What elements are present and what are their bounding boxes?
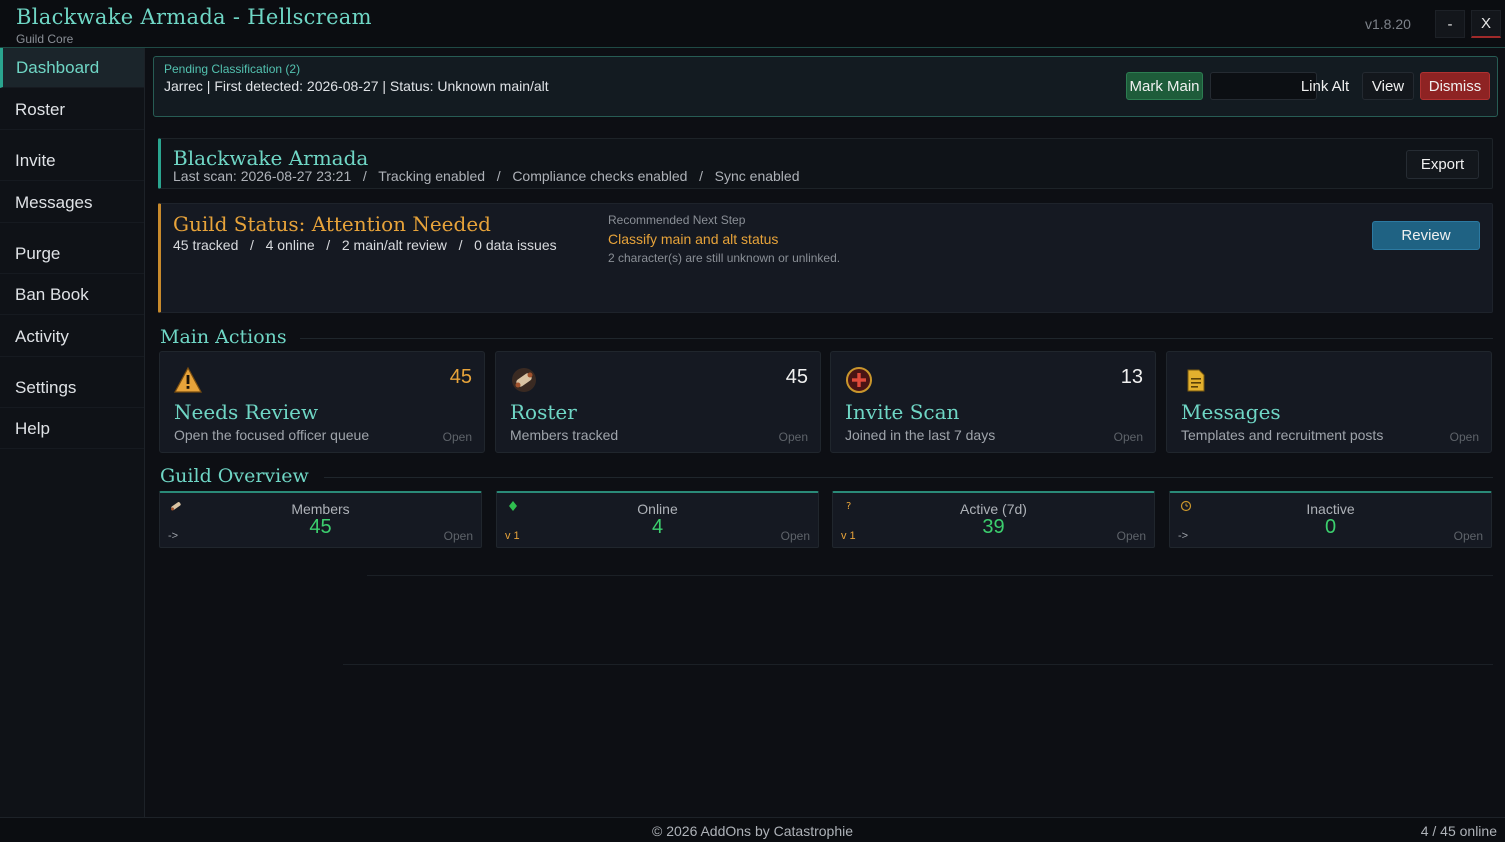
guild-status-title: Guild Status: Attention Needed bbox=[173, 212, 491, 236]
overview-open-link[interactable]: Open bbox=[444, 529, 473, 543]
action-open-link[interactable]: Open bbox=[1114, 430, 1143, 444]
overview-label: Inactive bbox=[1306, 501, 1355, 517]
sidebar-item-ban-book[interactable]: Ban Book bbox=[0, 275, 144, 315]
overview-open-link[interactable]: Open bbox=[1454, 529, 1483, 543]
pending-detail: Jarrec | First detected: 2026-08-27 | St… bbox=[164, 78, 549, 94]
action-card-invite-scan[interactable]: 13 Invite Scan Joined in the last 7 days… bbox=[830, 351, 1156, 453]
overview-value: 39 bbox=[982, 516, 1005, 538]
action-title: Needs Review bbox=[174, 400, 319, 424]
section-divider bbox=[300, 338, 1493, 339]
sidebar-item-dashboard[interactable]: Dashboard bbox=[0, 48, 144, 88]
action-desc: Joined in the last 7 days bbox=[845, 427, 996, 443]
overview-label: Members bbox=[291, 501, 350, 517]
overview-label: Online bbox=[637, 501, 678, 517]
minimize-button[interactable]: - bbox=[1435, 10, 1465, 38]
review-button[interactable]: Review bbox=[1372, 221, 1480, 250]
main-actions-title: Main Actions bbox=[160, 326, 287, 348]
overview-card-active[interactable]: ? Active (7d) 39 v 1 Open bbox=[832, 491, 1155, 548]
app-subtitle: Guild Core bbox=[16, 32, 74, 46]
link-alt-button[interactable]: Link Alt bbox=[1294, 72, 1356, 100]
sidebar-item-messages[interactable]: Messages bbox=[0, 183, 144, 223]
overview-value: 45 bbox=[309, 516, 332, 538]
overview-value: 0 bbox=[1324, 516, 1337, 538]
document-icon bbox=[1187, 369, 1205, 392]
sidebar-item-settings[interactable]: Settings bbox=[0, 368, 144, 408]
overview-card-online[interactable]: Online 4 v 1 Open bbox=[496, 491, 819, 548]
version-label: v1.8.20 bbox=[1365, 16, 1411, 32]
action-title: Roster bbox=[510, 400, 577, 424]
overview-trend: v 1 bbox=[505, 530, 520, 542]
action-card-roster[interactable]: 45 Roster Members tracked Open bbox=[495, 351, 821, 453]
overview-card-inactive[interactable]: Inactive 0 -> Open bbox=[1169, 491, 1492, 548]
app-title: Blackwake Armada - Hellscream bbox=[16, 5, 372, 29]
guild-overview-title: Guild Overview bbox=[160, 465, 309, 487]
overview-label: Active (7d) bbox=[960, 501, 1027, 517]
next-step-note: 2 character(s) are still unknown or unli… bbox=[608, 251, 841, 265]
sidebar-item-roster[interactable]: Roster bbox=[0, 90, 144, 130]
close-button[interactable]: X bbox=[1471, 10, 1501, 38]
overview-open-link[interactable]: Open bbox=[1117, 529, 1146, 543]
overview-open-link[interactable]: Open bbox=[781, 529, 810, 543]
overview-card-members[interactable]: Members 45 -> Open bbox=[159, 491, 482, 548]
guild-header: Blackwake Armada Last scan: 2026-08-27 2… bbox=[158, 138, 1493, 189]
overview-trend: -> bbox=[1178, 530, 1189, 542]
status-footer: © 2026 AddOns by Catastrophie 4 / 45 onl… bbox=[0, 817, 1505, 842]
action-title: Messages bbox=[1181, 400, 1281, 424]
footer-online-count: 4 / 45 online bbox=[1420, 823, 1497, 839]
sidebar-item-activity[interactable]: Activity bbox=[0, 317, 144, 357]
action-count: 45 bbox=[449, 366, 472, 388]
content-divider bbox=[367, 575, 1493, 576]
overview-trend: -> bbox=[168, 530, 179, 542]
next-step-label: Recommended Next Step bbox=[608, 213, 746, 227]
title-bar: Blackwake Armada - Hellscream Guild Core… bbox=[0, 0, 1505, 48]
action-count: 13 bbox=[1120, 366, 1143, 388]
action-card-needs-review[interactable]: 45 Needs Review Open the focused officer… bbox=[159, 351, 485, 453]
section-divider bbox=[324, 477, 1493, 478]
export-button[interactable]: Export bbox=[1406, 150, 1479, 179]
warning-icon bbox=[174, 366, 202, 393]
action-card-messages[interactable]: Messages Templates and recruitment posts… bbox=[1166, 351, 1492, 453]
action-open-link[interactable]: Open bbox=[443, 430, 472, 444]
guild-status-stats: 45 tracked / 4 online / 2 main/alt revie… bbox=[173, 237, 557, 253]
action-desc: Members tracked bbox=[510, 427, 619, 443]
sidebar-item-help[interactable]: Help bbox=[0, 409, 144, 449]
guild-status-card: Guild Status: Attention Needed 45 tracke… bbox=[158, 203, 1493, 313]
action-title: Invite Scan bbox=[845, 400, 960, 424]
action-desc: Open the focused officer queue bbox=[174, 427, 370, 443]
footer-copyright: © 2026 AddOns by Catastrophie bbox=[652, 823, 853, 839]
action-count: 45 bbox=[785, 366, 808, 388]
overview-trend: v 1 bbox=[841, 530, 856, 542]
sidebar-item-purge[interactable]: Purge bbox=[0, 234, 144, 274]
sidebar-item-invite[interactable]: Invite bbox=[0, 141, 144, 181]
guild-name: Blackwake Armada bbox=[173, 146, 369, 170]
plus-badge-icon bbox=[846, 367, 872, 393]
action-desc: Templates and recruitment posts bbox=[1181, 427, 1384, 443]
action-open-link[interactable]: Open bbox=[1450, 430, 1479, 444]
pending-title: Pending Classification (2) bbox=[164, 62, 301, 76]
dismiss-button[interactable]: Dismiss bbox=[1420, 72, 1490, 100]
view-button[interactable]: View bbox=[1362, 72, 1414, 100]
next-step-text: Classify main and alt status bbox=[608, 231, 779, 247]
pending-classification-bar: Pending Classification (2) Jarrec | Firs… bbox=[153, 56, 1498, 117]
guild-meta: Last scan: 2026-08-27 23:21 / Tracking e… bbox=[173, 168, 800, 184]
sidebar: Dashboard Roster Invite Messages Purge B… bbox=[0, 48, 145, 817]
scroll-icon bbox=[512, 368, 536, 392]
mark-main-button[interactable]: Mark Main bbox=[1126, 72, 1203, 100]
overview-value: 4 bbox=[651, 516, 664, 538]
action-open-link[interactable]: Open bbox=[779, 430, 808, 444]
content-divider bbox=[343, 664, 1493, 665]
